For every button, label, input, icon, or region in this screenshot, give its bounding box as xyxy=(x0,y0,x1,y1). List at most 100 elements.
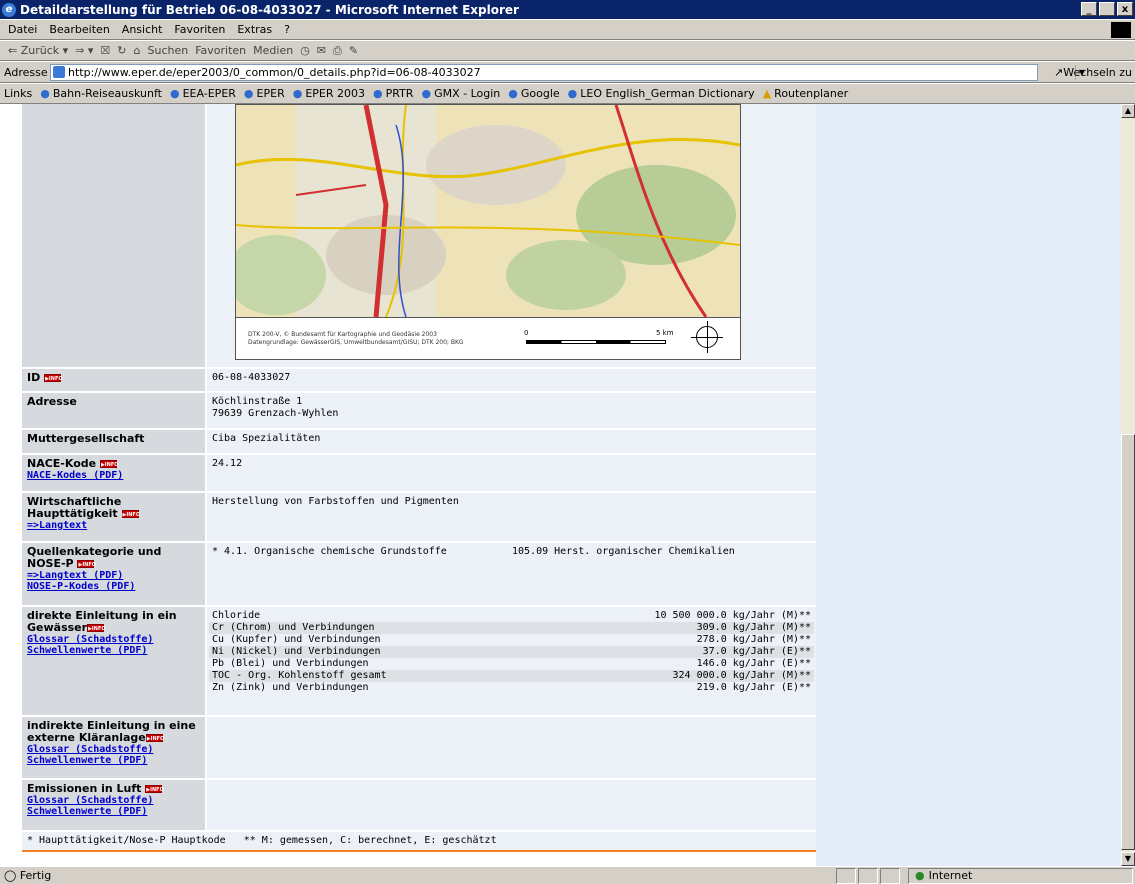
link-leo[interactable]: LEO English_German Dictionary xyxy=(568,87,754,100)
glossary-link[interactable]: Glossar (Schadstoffe) xyxy=(27,744,200,755)
status-bar: ◯ Fertig Internet xyxy=(0,866,1135,884)
refresh-icon[interactable]: ↻ xyxy=(117,44,126,57)
menu-datei[interactable]: Datei xyxy=(8,23,37,36)
favorites-button[interactable]: Favoriten xyxy=(195,44,246,57)
street: Köchlinstraße 1 xyxy=(212,396,303,407)
emission-row: Ni (Nickel) und Verbindungen 37.0 kg/Jahr… xyxy=(209,646,814,658)
links-label: Links xyxy=(4,87,33,100)
direct-label-2: Gewässer xyxy=(27,621,88,634)
amount: 324 000.0 kg/Jahr (M)** xyxy=(672,670,811,681)
window-title: Detaildarstellung für Betrieb 06-08-4033… xyxy=(20,2,519,17)
stop-icon[interactable]: ☒ xyxy=(100,44,110,57)
source-langtext-link[interactable]: =>Langtext (PDF) xyxy=(27,570,200,581)
page-icon xyxy=(53,66,65,78)
scroll-thumb[interactable] xyxy=(1121,434,1135,850)
nose-p-code: 105.09 Herst. organischer Chemikalien xyxy=(512,546,735,557)
print-icon[interactable]: ⎙ xyxy=(333,44,342,58)
indirect-label-2: externe Kläranlage xyxy=(27,731,146,744)
city: 79639 Grenzach-Wyhlen xyxy=(212,408,339,419)
info-icon[interactable]: ▶INFO xyxy=(87,624,106,632)
id-value: 06-08-4033027 xyxy=(207,369,816,391)
map-source: Datengrundlage: GewässerGIS, Umweltbunde… xyxy=(248,339,464,346)
link-eper2003[interactable]: EPER 2003 xyxy=(293,87,365,100)
scroll-down-icon[interactable]: ▼ xyxy=(1121,852,1135,866)
info-icon[interactable]: ▶INFO xyxy=(145,734,164,742)
edit-icon[interactable]: ✎ xyxy=(349,44,358,57)
maximize-button[interactable] xyxy=(1099,2,1115,16)
home-icon[interactable]: ⌂ xyxy=(134,44,141,57)
activity-label-2: Haupttätigkeit xyxy=(27,507,118,520)
id-label: ID xyxy=(27,371,41,384)
go-button[interactable]: ↗Wechseln zu xyxy=(1054,66,1132,79)
amount: 309.0 kg/Jahr (M)** xyxy=(696,622,811,633)
forward-button[interactable]: ⇒ ▾ xyxy=(75,44,93,57)
media-button[interactable]: Medien xyxy=(253,44,293,57)
nace-label: NACE-Kode xyxy=(27,457,97,470)
glossary-link[interactable]: Glossar (Schadstoffe) xyxy=(27,795,200,806)
amount: 146.0 kg/Jahr (E)** xyxy=(696,658,811,669)
menu-favoriten[interactable]: Favoriten xyxy=(174,23,225,36)
menu-extras[interactable]: Extras xyxy=(237,23,272,36)
history-icon[interactable]: ◷ xyxy=(300,44,310,57)
link-eea-eper[interactable]: EEA-EPER xyxy=(170,87,236,100)
menu-bearbeiten[interactable]: Bearbeiten xyxy=(49,23,109,36)
pollutant: TOC - Org. Kohlenstoff gesamt xyxy=(212,670,387,681)
vertical-scrollbar[interactable]: ▲ ▼ xyxy=(1121,104,1135,866)
status-pane xyxy=(880,868,900,884)
link-google[interactable]: Google xyxy=(508,87,560,100)
footnote: * Haupttätigkeit/Nose-P Hauptkode ** M: … xyxy=(22,832,816,852)
menu-help[interactable]: ? xyxy=(284,23,290,36)
row-activity: Wirtschaftliche Haupttätigkeit ▶INFO =>Lan… xyxy=(22,491,816,541)
emission-row: Cr (Chrom) und Verbindungen 309.0 kg/Jahr… xyxy=(209,622,814,634)
glossary-link[interactable]: Glossar (Schadstoffe) xyxy=(27,634,200,645)
row-parent: Muttergesellschaft Ciba Spezialitäten xyxy=(22,428,816,453)
map-legend: DTK 200-V, © Bundesamt für Kartographie … xyxy=(236,317,740,359)
info-icon[interactable]: ▶INFO xyxy=(99,460,119,468)
details-table: DTK 200-V, © Bundesamt für Kartographie … xyxy=(22,104,816,866)
row-air-emissions: Emissionen in Luft ▶INFO Glossar (Schadst… xyxy=(22,778,816,830)
menu-bar: Datei Bearbeiten Ansicht Favoriten Extra… xyxy=(0,19,1135,40)
row-nace: NACE-Kode ▶INFO NACE-Kodes (PDF) 24.12 xyxy=(22,453,816,491)
link-eper[interactable]: EPER xyxy=(244,87,285,100)
amount: 10 500 000.0 kg/Jahr (M)** xyxy=(654,610,811,621)
back-button[interactable]: ⇐ Zurück ▾ xyxy=(8,44,68,57)
status-text: ◯ Fertig xyxy=(4,869,52,882)
pollutant: Cr (Chrom) und Verbindungen xyxy=(212,622,375,633)
map-label-cell xyxy=(22,104,205,367)
pollutant: Zn (Zink) und Verbindungen xyxy=(212,682,369,693)
link-routenplaner[interactable]: Routenplaner xyxy=(763,87,848,100)
info-icon[interactable]: ▶INFO xyxy=(121,510,140,518)
scale-start: 0 xyxy=(524,329,529,337)
activity-langtext-link[interactable]: =>Langtext xyxy=(27,520,200,531)
thresholds-link[interactable]: Schwellenwerte (PDF) xyxy=(27,755,200,766)
info-icon[interactable]: ▶INFO xyxy=(77,560,96,568)
close-button[interactable]: x xyxy=(1117,2,1133,16)
address-url: http://www.eper.de/eper2003/0_common/0_d… xyxy=(68,66,481,79)
info-icon[interactable]: ▶INFO xyxy=(145,785,164,793)
nace-pdf-link[interactable]: NACE-Kodes (PDF) xyxy=(27,470,200,481)
toolbar: ⇐ Zurück ▾ ⇒ ▾ ☒ ↻ ⌂ Suchen Favoriten Me… xyxy=(0,40,1135,61)
row-id: ID ▶INFO 06-08-4033027 xyxy=(22,367,816,391)
menu-ansicht[interactable]: Ansicht xyxy=(122,23,163,36)
status-label: Fertig xyxy=(19,869,52,882)
activity-value: Herstellung von Farbstoffen und Pigmente… xyxy=(207,493,816,541)
link-prtr[interactable]: PRTR xyxy=(373,87,414,100)
minimize-button[interactable]: _ xyxy=(1081,2,1097,16)
address-input[interactable]: http://www.eper.de/eper2003/0_common/0_d… xyxy=(50,64,1088,81)
go-label: Wechseln zu xyxy=(1063,66,1133,79)
row-source-category: Quellenkategorie und NOSE-P ▶INFO =>Langte… xyxy=(22,541,816,605)
row-address: Adresse Köchlinstraße 1 79639 Grenzach-Wy… xyxy=(22,391,816,428)
status-pane xyxy=(836,868,856,884)
thresholds-link[interactable]: Schwellenwerte (PDF) xyxy=(27,645,200,656)
nose-p-pdf-link[interactable]: NOSE-P-Kodes (PDF) xyxy=(27,581,200,592)
scroll-up-icon[interactable]: ▲ xyxy=(1121,104,1135,118)
browser-window: e Detaildarstellung für Betrieb 06-08-40… xyxy=(0,0,1135,884)
info-icon[interactable]: ▶INFO xyxy=(44,374,63,382)
link-gmx[interactable]: GMX - Login xyxy=(421,87,500,100)
link-bahn[interactable]: Bahn-Reiseauskunft xyxy=(40,87,162,100)
search-button[interactable]: Suchen xyxy=(147,44,188,57)
mail-icon[interactable]: ✉ xyxy=(317,44,326,57)
pollutant: Chloride xyxy=(212,610,261,621)
scale-end: 5 km xyxy=(656,329,674,337)
thresholds-link[interactable]: Schwellenwerte (PDF) xyxy=(27,806,200,817)
